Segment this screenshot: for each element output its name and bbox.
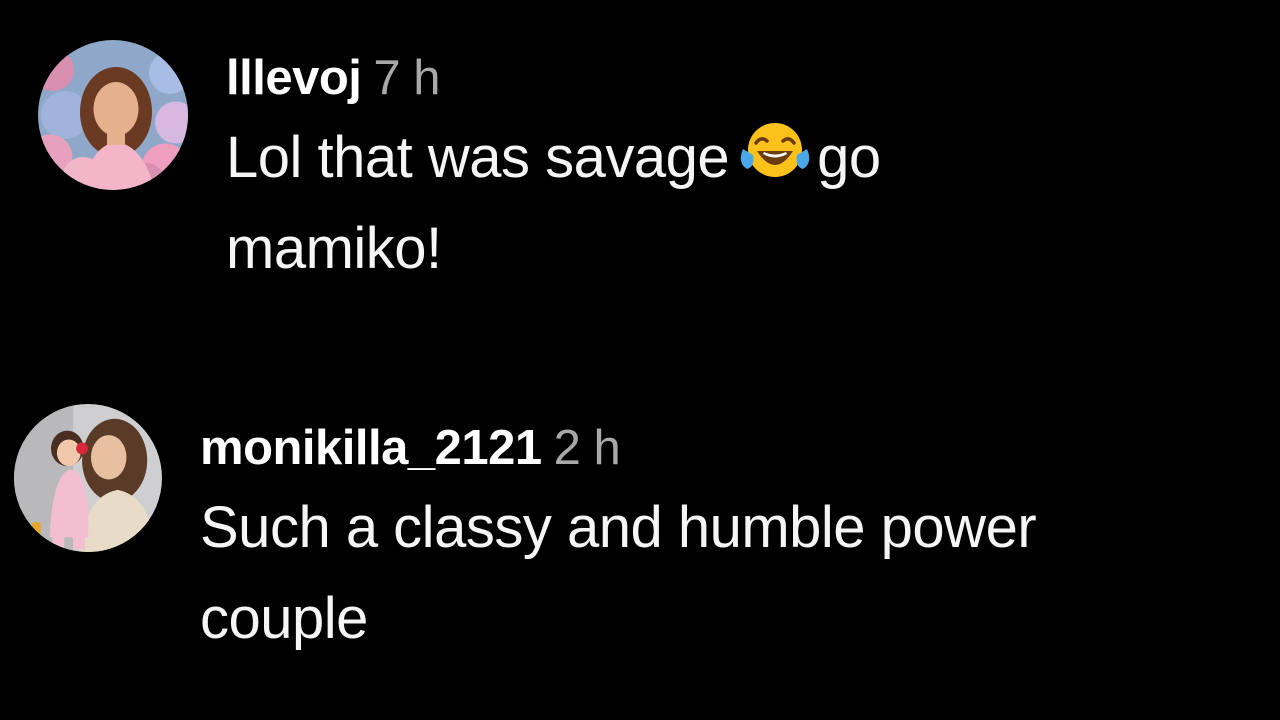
avatar[interactable]	[14, 404, 162, 552]
avatar[interactable]	[38, 40, 188, 190]
face-with-tears-of-joy-icon	[739, 119, 811, 181]
comment-text-line: mamiko!	[226, 216, 442, 281]
comment-header: monikilla_2121 2 h	[200, 420, 1280, 476]
comment-header: lllevoj 7 h	[226, 50, 1280, 106]
comment-timestamp: 2 h	[553, 421, 621, 475]
avatar-mother-child-portrait-icon	[14, 404, 162, 552]
comment-text-line: Lol that was savage go	[226, 112, 1280, 203]
comment-text-segment: Lol that was savage	[226, 125, 730, 190]
comment-username[interactable]: monikilla_2121	[200, 420, 542, 476]
comment-text: Such a classy and humble power couple	[200, 482, 1280, 664]
comment-timestamp: 7 h	[373, 51, 441, 105]
comment-body: monikilla_2121 2 h Such a classy and hum…	[200, 420, 1280, 664]
comments-thread: lllevoj 7 h Lol that was savage go mamik…	[0, 0, 1280, 720]
comment-text-line: couple	[200, 586, 368, 651]
comment-username[interactable]: lllevoj	[226, 50, 362, 106]
comment-text-segment: go	[817, 125, 881, 190]
comment-text: Lol that was savage go mamiko!	[226, 112, 1280, 294]
comment-body: lllevoj 7 h Lol that was savage go mamik…	[226, 50, 1280, 294]
avatar-hydrangea-portrait-icon	[38, 40, 188, 190]
comment-text-line: Such a classy and humble power	[200, 495, 1037, 560]
